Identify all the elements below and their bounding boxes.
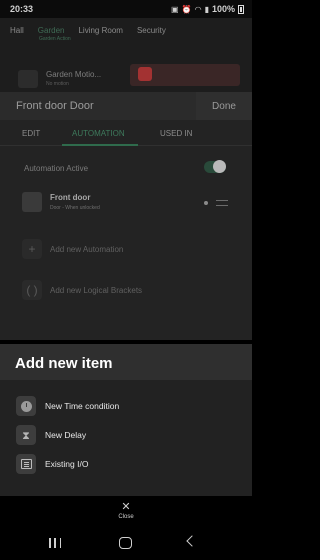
- device-status-dot: [204, 201, 208, 205]
- automation-active-toggle[interactable]: [204, 160, 226, 173]
- alert-icon: [138, 67, 152, 81]
- sheet-title: Add new item: [15, 355, 113, 372]
- new-delay-item[interactable]: ⧗ New Delay: [14, 423, 234, 447]
- add-brackets-label: Add new Logical Brackets: [50, 286, 143, 295]
- room-tab-garden[interactable]: Garden: [38, 26, 65, 35]
- close-button[interactable]: ✕ Close: [100, 501, 152, 527]
- recent-apps-icon[interactable]: [49, 538, 61, 548]
- device-row[interactable]: Front door Door - When unlocked: [22, 191, 232, 215]
- motion-sensor-icon: [18, 70, 38, 88]
- done-button[interactable]: Done: [196, 92, 252, 120]
- item-label: New Time condition: [45, 401, 120, 411]
- room-tab-security[interactable]: Security: [137, 26, 166, 35]
- tab-edit[interactable]: EDIT: [22, 129, 40, 138]
- gallery-icon: ▣: [171, 4, 179, 14]
- garden-card-subtitle: No motion: [46, 81, 69, 87]
- device-name: Front door: [50, 193, 91, 202]
- item-label: Existing I/O: [45, 459, 89, 469]
- brackets-icon: ( ): [22, 280, 42, 300]
- add-automation-label: Add new Automation: [50, 245, 124, 254]
- tab-automation[interactable]: AUTOMATION: [72, 129, 125, 138]
- device-subtitle: Door - When unlocked: [50, 205, 100, 211]
- hourglass-icon: ⧗: [16, 425, 36, 445]
- garden-motion-card[interactable]: Garden Motio... No motion: [18, 68, 128, 88]
- status-bar: 20:33 ▣ ⏰ ◠ ▮ 100%: [0, 0, 252, 18]
- battery-icon: [238, 4, 244, 14]
- clock-icon: [16, 396, 36, 416]
- tab-used-in[interactable]: USED IN: [160, 129, 192, 138]
- alert-banner[interactable]: [130, 64, 240, 86]
- status-icons: ▣ ⏰ ◠ ▮ 100%: [171, 4, 244, 14]
- close-label: Close: [118, 514, 134, 520]
- navigation-bar: [0, 526, 252, 560]
- dialog-header: Front door Door Done: [0, 92, 252, 120]
- room-tabs: Hall Garden Living Room Security Garden …: [10, 26, 180, 42]
- drag-handle-icon[interactable]: [216, 200, 228, 206]
- device-dialog: Front door Door Done EDIT AUTOMATION USE…: [0, 92, 252, 340]
- item-label: New Delay: [45, 430, 87, 440]
- garden-card-title: Garden Motio...: [46, 70, 102, 79]
- active-room-subtitle: Garden Action: [39, 36, 71, 42]
- home-icon[interactable]: [119, 537, 132, 549]
- signal-icon: ▮: [204, 4, 209, 14]
- active-tab-indicator: [62, 144, 138, 146]
- sheet-header: Add new item: [0, 344, 252, 380]
- new-time-condition-item[interactable]: New Time condition: [14, 394, 234, 418]
- add-brackets-row[interactable]: ( ) Add new Logical Brackets: [22, 280, 232, 302]
- close-icon: ✕: [121, 500, 131, 513]
- room-tab-living-room[interactable]: Living Room: [78, 26, 122, 35]
- automation-active-label: Automation Active: [24, 164, 89, 173]
- door-icon: [22, 192, 42, 212]
- add-automation-row[interactable]: + Add new Automation: [22, 239, 232, 261]
- sheet-body: New Time condition ⧗ New Delay Existing …: [0, 380, 252, 496]
- list-icon: [16, 454, 36, 474]
- room-tab-hall[interactable]: Hall: [10, 26, 24, 35]
- wifi-icon: ◠: [194, 4, 202, 14]
- battery-percent: 100%: [211, 4, 235, 14]
- dialog-title: Front door Door: [16, 100, 94, 112]
- existing-io-item[interactable]: Existing I/O: [14, 452, 234, 476]
- status-time: 20:33: [10, 4, 34, 14]
- plus-icon: +: [22, 239, 42, 259]
- alarm-icon: ⏰: [181, 4, 192, 14]
- dialog-tabs: EDIT AUTOMATION USED IN: [0, 120, 252, 146]
- back-icon[interactable]: [186, 535, 198, 547]
